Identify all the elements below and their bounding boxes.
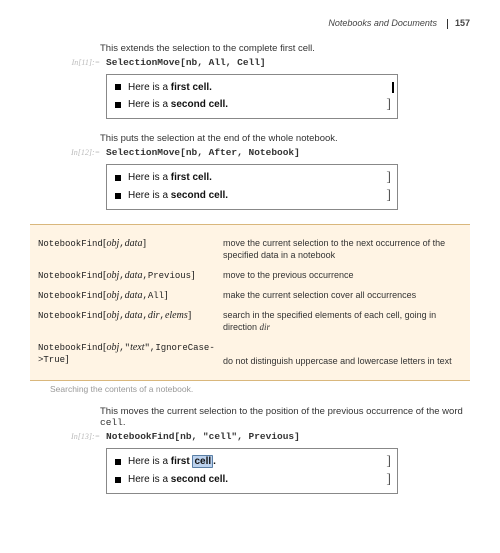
notebook-window-2: Here is a first cell. ] Here is a second… <box>106 164 398 210</box>
cell-text-bold: second cell. <box>171 190 228 201</box>
reference-signature: NotebookFind[obj,data,Previous] <box>38 269 223 281</box>
notebook-cell: Here is a second cell. ] <box>107 187 397 205</box>
cell-text: Here is a second cell. <box>128 99 383 110</box>
cell-bracket-icon: ] <box>383 172 391 184</box>
page-header: Notebooks and Documents 157 <box>30 18 470 29</box>
notebook-cell: Here is a first cell. <box>107 79 397 96</box>
bullet-icon <box>115 102 121 108</box>
notebook-cell: Here is a second cell. ] <box>107 96 397 114</box>
in-code-1: SelectionMove[nb, All, Cell] <box>106 57 266 68</box>
notebook-cell: Here is a first cell. ] <box>107 169 397 187</box>
reference-row: NotebookFind[obj,data]move the current s… <box>38 233 462 265</box>
reference-description: do not distinguish uppercase and lowerca… <box>223 341 452 367</box>
reference-row: NotebookFind[obj,data,All]make the curre… <box>38 285 462 305</box>
narration-3: This moves the current selection to the … <box>100 406 470 428</box>
reference-signature: NotebookFind[obj,data,All] <box>38 289 223 301</box>
input-row-2: In[12]:= SelectionMove[nb, After, Notebo… <box>60 147 470 158</box>
bullet-icon <box>115 193 121 199</box>
cell-text: Here is a first cell. <box>128 456 383 467</box>
bullet-icon <box>115 477 121 483</box>
in-code-3: NotebookFind[nb, "cell", Previous] <box>106 431 300 442</box>
reference-signature: NotebookFind[obj,data] <box>38 237 223 261</box>
reference-signature: NotebookFind[obj,data,dir,elems] <box>38 309 223 333</box>
in-label-3: In[13]:= <box>60 432 106 441</box>
cell-bracket-icon: ] <box>383 456 391 468</box>
cell-text: Here is a second cell. <box>128 474 383 485</box>
header-divider <box>447 19 448 29</box>
reference-description: move the current selection to the next o… <box>223 237 462 261</box>
narration-text: . <box>123 417 126 428</box>
narration-text: This moves the current selection to the … <box>100 406 463 417</box>
cell-text-prefix: Here is a <box>128 172 171 183</box>
reference-row: NotebookFind[obj,"text",IgnoreCase->True… <box>38 337 462 371</box>
cell-bracket-icon: ] <box>383 190 391 202</box>
reference-table: NotebookFind[obj,data]move the current s… <box>30 224 470 381</box>
cell-text-prefix: Here is a <box>128 456 171 467</box>
bullet-icon <box>115 459 121 465</box>
notebook-window-1: Here is a first cell. Here is a second c… <box>106 74 398 119</box>
cell-text-prefix: Here is a <box>128 474 171 485</box>
cell-text-prefix: Here is a <box>128 190 171 201</box>
cell-text: Here is a first cell. <box>128 82 391 93</box>
reference-description: search in the specified elements of each… <box>223 309 462 333</box>
cell-text-bold: second cell. <box>171 474 228 485</box>
in-code-2: SelectionMove[nb, After, Notebook] <box>106 147 300 158</box>
input-row-3: In[13]:= NotebookFind[nb, "cell", Previo… <box>60 431 470 442</box>
cell-text: Here is a first cell. <box>128 172 383 183</box>
notebook-window-3: Here is a first cell. ] Here is a second… <box>106 448 398 494</box>
narration-1: This extends the selection to the comple… <box>100 43 470 54</box>
bullet-icon <box>115 84 121 90</box>
cell-text-prefix: Here is a <box>128 82 171 93</box>
page-number: 157 <box>455 18 470 28</box>
cell-text-bold: first cell. <box>171 82 212 93</box>
selection-stripe-icon <box>392 82 394 93</box>
cell-text: Here is a second cell. <box>128 190 383 201</box>
selected-word: cell <box>192 455 213 468</box>
bullet-icon <box>115 175 121 181</box>
cell-text-prefix: Here is a <box>128 99 171 110</box>
reference-row: NotebookFind[obj,data,dir,elems]search i… <box>38 305 462 337</box>
in-label-1: In[11]:= <box>60 58 106 67</box>
input-row-1: In[11]:= SelectionMove[nb, All, Cell] <box>60 57 470 68</box>
cell-text-bold: second cell. <box>171 99 228 110</box>
reference-signature: NotebookFind[obj,"text",IgnoreCase->True… <box>38 341 223 367</box>
cell-bracket-icon: ] <box>383 474 391 486</box>
cell-text-bold: first cell. <box>171 172 212 183</box>
reference-caption: Searching the contents of a notebook. <box>50 384 470 394</box>
notebook-cell: Here is a second cell. ] <box>107 471 397 489</box>
notebook-cell: Here is a first cell. ] <box>107 453 397 471</box>
in-label-2: In[12]:= <box>60 148 106 157</box>
cell-text-part: first <box>171 456 193 467</box>
reference-description: move to the previous occurrence <box>223 269 354 281</box>
cell-text-part: . <box>213 456 216 467</box>
narration-2: This puts the selection at the end of th… <box>100 133 470 144</box>
reference-description: make the current selection cover all occ… <box>223 289 416 301</box>
narration-code-word: cell <box>100 417 123 428</box>
cell-bracket-icon: ] <box>383 99 391 111</box>
reference-row: NotebookFind[obj,data,Previous]move to t… <box>38 265 462 285</box>
section-name: Notebooks and Documents <box>328 18 437 28</box>
cell-text-bold: first cell. <box>171 455 216 468</box>
